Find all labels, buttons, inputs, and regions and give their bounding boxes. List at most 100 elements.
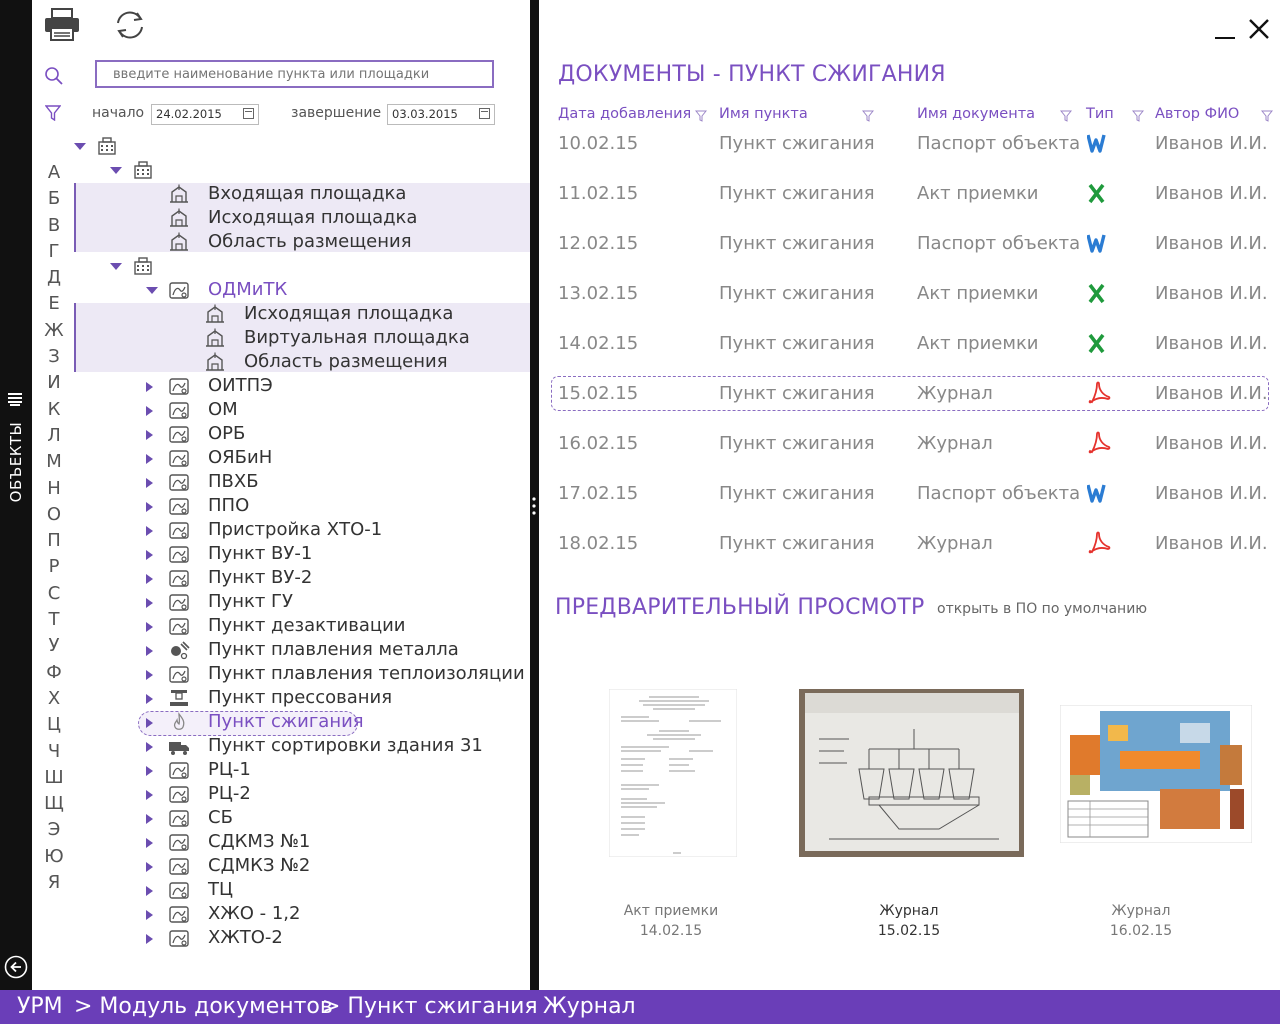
end-date-field[interactable]: 03.03.2015 [387, 104, 495, 125]
preview-thumbnail-journal-scheme[interactable] [1060, 705, 1252, 843]
filter-icon[interactable] [45, 105, 61, 121]
expand-arrow-right-icon[interactable] [146, 454, 153, 464]
expand-arrow-down-icon[interactable] [110, 263, 122, 270]
tree-item[interactable]: РЦ-2 [32, 782, 530, 806]
tree-item[interactable]: Пункт ВУ-2 [32, 566, 530, 590]
document-row[interactable]: 14.02.15 Пункт сжигания Акт приемки Иванов … [539, 327, 1280, 361]
tree-item[interactable]: ПВХБ [32, 470, 530, 494]
tree-item[interactable]: Пункт дезактивации [32, 614, 530, 638]
tree-item[interactable]: Пункт сжигания [32, 710, 530, 734]
expand-arrow-right-icon[interactable] [146, 910, 153, 920]
expand-arrow-right-icon[interactable] [146, 670, 153, 680]
calendar-icon[interactable] [243, 108, 254, 119]
expand-arrow-right-icon[interactable] [146, 382, 153, 392]
tree-item[interactable]: СДКМЗ №1 [32, 830, 530, 854]
expand-arrow-right-icon[interactable] [146, 622, 153, 632]
splitter-grip-icon[interactable] [531, 496, 537, 516]
tree-item[interactable]: СДМКЗ №2 [32, 854, 530, 878]
tree-item[interactable]: ОРБ [32, 422, 530, 446]
column-filter-icon[interactable] [1132, 110, 1144, 122]
column-header[interactable]: Дата добавления [558, 106, 691, 122]
column-filter-icon[interactable] [1261, 110, 1273, 122]
expand-arrow-right-icon[interactable] [146, 598, 153, 608]
breadcrumb-module[interactable]: > Модуль документов [74, 990, 333, 1024]
document-row[interactable]: 18.02.15 Пункт сжигания Журнал Иванов И.И. [539, 527, 1280, 561]
tree-item[interactable]: Пункт ВУ-1 [32, 542, 530, 566]
expand-arrow-right-icon[interactable] [146, 526, 153, 536]
breadcrumb-point[interactable]: > Пункт сжигания [322, 990, 538, 1024]
tree-item[interactable]: ОИТПЭ [32, 374, 530, 398]
tree-item[interactable]: Пристройка ХТО-1 [32, 518, 530, 542]
tree-item[interactable]: ОМ [32, 398, 530, 422]
document-row[interactable]: 11.02.15 Пункт сжигания Акт приемки Иванов … [539, 177, 1280, 211]
tree-item[interactable]: Пункт плавления теплоизоляции [32, 662, 530, 686]
preview-thumbnail-journal-photo[interactable] [799, 689, 1024, 857]
expand-arrow-right-icon[interactable] [146, 646, 153, 656]
column-filter-icon[interactable] [1060, 110, 1072, 122]
column-header[interactable]: Тип [1086, 106, 1114, 122]
close-icon[interactable] [1248, 18, 1270, 40]
document-row[interactable]: 16.02.15 Пункт сжигания Журнал Иванов И.И. [539, 427, 1280, 461]
tree-site-item[interactable]: Входящая площадка [32, 182, 530, 206]
tree-item[interactable]: ХЖТО-2 [32, 926, 530, 950]
tree-site-item[interactable]: Исходящая площадка [32, 206, 530, 230]
tree-building[interactable] [32, 254, 530, 278]
column-header[interactable]: Имя документа [917, 106, 1035, 122]
tree-item[interactable]: ППО [32, 494, 530, 518]
expand-arrow-down-icon[interactable] [146, 287, 158, 294]
document-row[interactable]: 13.02.15 Пункт сжигания Акт приемки Иванов … [539, 277, 1280, 311]
expand-arrow-right-icon[interactable] [146, 406, 153, 416]
document-row[interactable]: 15.02.15 Пункт сжигания Журнал Иванов И.И. [539, 377, 1280, 411]
tree-item[interactable]: ОЯБиН [32, 446, 530, 470]
preview-thumbnail-act[interactable] [609, 689, 737, 857]
tree-building[interactable] [32, 158, 530, 182]
column-header[interactable]: Имя пункта [719, 106, 808, 122]
document-row[interactable]: 10.02.15 Пункт сжигания Паспорт объекта Ива… [539, 127, 1280, 161]
column-filter-icon[interactable] [695, 110, 707, 122]
expand-arrow-down-icon[interactable] [110, 167, 122, 174]
document-row[interactable]: 17.02.15 Пункт сжигания Паспорт объекта Ива… [539, 477, 1280, 511]
expand-arrow-right-icon[interactable] [146, 502, 153, 512]
tree-item[interactable]: ХЖО - 1,2 [32, 902, 530, 926]
expand-arrow-right-icon[interactable] [146, 862, 153, 872]
tree-site-item[interactable]: Область размещения [32, 230, 530, 254]
tree-item[interactable]: РЦ-1 [32, 758, 530, 782]
panel-splitter[interactable] [530, 0, 539, 990]
printer-icon[interactable] [43, 8, 81, 42]
expand-arrow-right-icon[interactable] [146, 478, 153, 488]
column-filter-icon[interactable] [862, 110, 874, 122]
expand-arrow-right-icon[interactable] [146, 838, 153, 848]
expand-arrow-right-icon[interactable] [146, 766, 153, 776]
calendar-icon[interactable] [479, 108, 490, 119]
expand-arrow-right-icon[interactable] [146, 790, 153, 800]
expand-arrow-right-icon[interactable] [146, 934, 153, 944]
column-header[interactable]: Автор ФИО [1155, 106, 1239, 122]
start-date-field[interactable]: 24.02.2015 [151, 104, 259, 125]
back-arrow-icon[interactable] [4, 955, 28, 979]
expand-arrow-down-icon[interactable] [74, 143, 86, 150]
tree-node-odmitk[interactable]: ОДМиТК [32, 278, 530, 302]
tree-site-item[interactable]: Исходящая площадка [32, 302, 530, 326]
tree-item[interactable]: Пункт ГУ [32, 590, 530, 614]
objects-tab-label[interactable]: ОБЪЕКТЫ [6, 412, 26, 512]
expand-arrow-right-icon[interactable] [146, 886, 153, 896]
document-row[interactable]: 12.02.15 Пункт сжигания Паспорт объекта Ива… [539, 227, 1280, 261]
tree-item[interactable]: Пункт прессования [32, 686, 530, 710]
expand-arrow-right-icon[interactable] [146, 742, 153, 752]
search-input[interactable] [95, 60, 494, 88]
tree-item[interactable]: ТЦ [32, 878, 530, 902]
expand-arrow-right-icon[interactable] [146, 718, 153, 728]
expand-arrow-right-icon[interactable] [146, 694, 153, 704]
expand-arrow-right-icon[interactable] [146, 430, 153, 440]
refresh-icon[interactable] [112, 8, 148, 42]
expand-arrow-right-icon[interactable] [146, 814, 153, 824]
tree-root[interactable] [32, 134, 530, 158]
minimize-icon[interactable] [1215, 18, 1235, 40]
expand-arrow-right-icon[interactable] [146, 550, 153, 560]
tree-item[interactable]: СБ [32, 806, 530, 830]
tree-site-item[interactable]: Область размещения [32, 350, 530, 374]
tree-item[interactable]: Пункт плавления металла [32, 638, 530, 662]
tree-item[interactable]: Пункт сортировки здания 31 [32, 734, 530, 758]
tree-site-item[interactable]: Виртуальная площадка [32, 326, 530, 350]
search-icon[interactable] [44, 66, 64, 86]
